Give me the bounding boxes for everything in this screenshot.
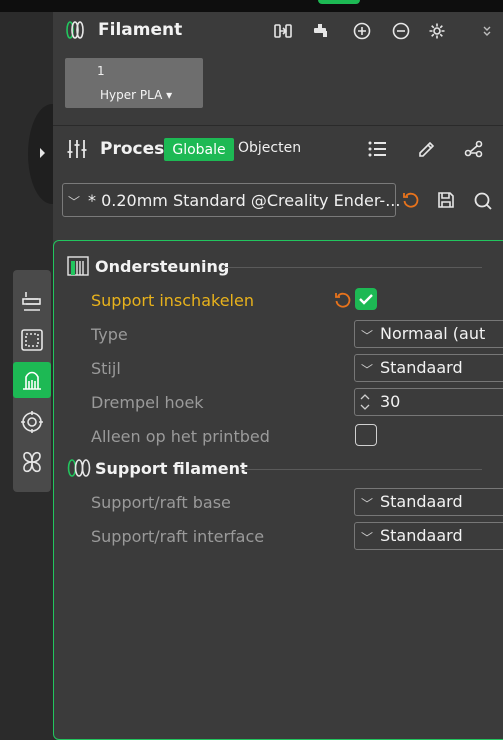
window-top-strip bbox=[0, 0, 503, 12]
threshold-angle-stepper[interactable] bbox=[354, 388, 503, 416]
filament-slot-number: 1 bbox=[97, 64, 105, 78]
filament-slot-name[interactable]: Hyper PLA ▾ bbox=[100, 88, 172, 102]
save-icon[interactable] bbox=[435, 189, 457, 211]
top-accent-indicator bbox=[318, 0, 360, 4]
support-section-icon bbox=[67, 256, 89, 276]
support-style-label: Stijl bbox=[91, 359, 121, 378]
chevron-down-icon: ﹀ bbox=[68, 195, 81, 209]
search-icon[interactable] bbox=[472, 190, 494, 212]
raft-interface-label: Support/raft interface bbox=[91, 527, 265, 546]
preset-value: * 0.20mm Standard @Creality Ender-... bbox=[88, 191, 401, 210]
section-rule bbox=[222, 267, 482, 268]
chevron-right-icon[interactable] bbox=[40, 148, 45, 158]
build-plate-only-checkbox[interactable] bbox=[355, 424, 377, 446]
chevron-down-icon: ﹀ bbox=[361, 329, 374, 343]
support-style-value: Standaard bbox=[380, 358, 463, 377]
support-filament-section-title: Support filament bbox=[95, 459, 248, 478]
tab-global[interactable]: Globale bbox=[164, 138, 234, 161]
chevron-down-icon: ﹀ bbox=[361, 497, 374, 511]
brush-icon[interactable] bbox=[415, 138, 437, 160]
raft-interface-value: Standaard bbox=[380, 526, 463, 545]
raft-base-value: Standaard bbox=[380, 492, 463, 511]
add-icon[interactable] bbox=[351, 20, 373, 42]
tap-icon[interactable] bbox=[311, 20, 333, 42]
support-section-title: Ondersteuning bbox=[95, 257, 230, 276]
collapse-icon[interactable] bbox=[478, 20, 496, 42]
threshold-angle-value[interactable]: 30 bbox=[380, 392, 400, 411]
remove-icon[interactable] bbox=[390, 20, 412, 42]
tab-objects[interactable]: Objecten bbox=[238, 140, 301, 156]
raft-base-label: Support/raft base bbox=[91, 493, 231, 512]
support-enable-checkbox[interactable] bbox=[355, 288, 377, 310]
filament-spool-icon bbox=[67, 458, 91, 478]
quality-icon[interactable] bbox=[13, 283, 51, 319]
support-icon[interactable] bbox=[13, 362, 51, 398]
section-rule bbox=[240, 469, 482, 470]
reset-icon[interactable] bbox=[332, 289, 354, 311]
arrange-icon[interactable] bbox=[272, 20, 294, 42]
build-plate-only-label: Alleen op het printbed bbox=[91, 427, 270, 446]
strength-icon[interactable] bbox=[13, 322, 51, 358]
chevron-down-icon: ﹀ bbox=[361, 363, 374, 377]
support-type-label: Type bbox=[91, 325, 128, 344]
others-icon[interactable] bbox=[13, 404, 51, 440]
process-title: Proces bbox=[100, 139, 165, 159]
support-type-value: Normaal (aut bbox=[380, 324, 486, 343]
stepper-arrows-icon[interactable] bbox=[359, 391, 371, 413]
section-divider bbox=[53, 125, 503, 126]
support-enable-label: Support inschakelen bbox=[91, 291, 254, 310]
gear-icon[interactable] bbox=[426, 20, 448, 42]
reset-icon[interactable] bbox=[400, 189, 422, 211]
list-icon[interactable] bbox=[366, 138, 388, 160]
chevron-down-icon: ﹀ bbox=[361, 531, 374, 545]
threshold-angle-label: Drempel hoek bbox=[91, 393, 204, 412]
sliders-icon bbox=[66, 138, 88, 160]
nodes-icon[interactable] bbox=[463, 138, 485, 160]
filament-spool-icon bbox=[66, 20, 84, 40]
filament-title: Filament bbox=[98, 20, 183, 40]
misc-icon[interactable] bbox=[13, 444, 51, 480]
